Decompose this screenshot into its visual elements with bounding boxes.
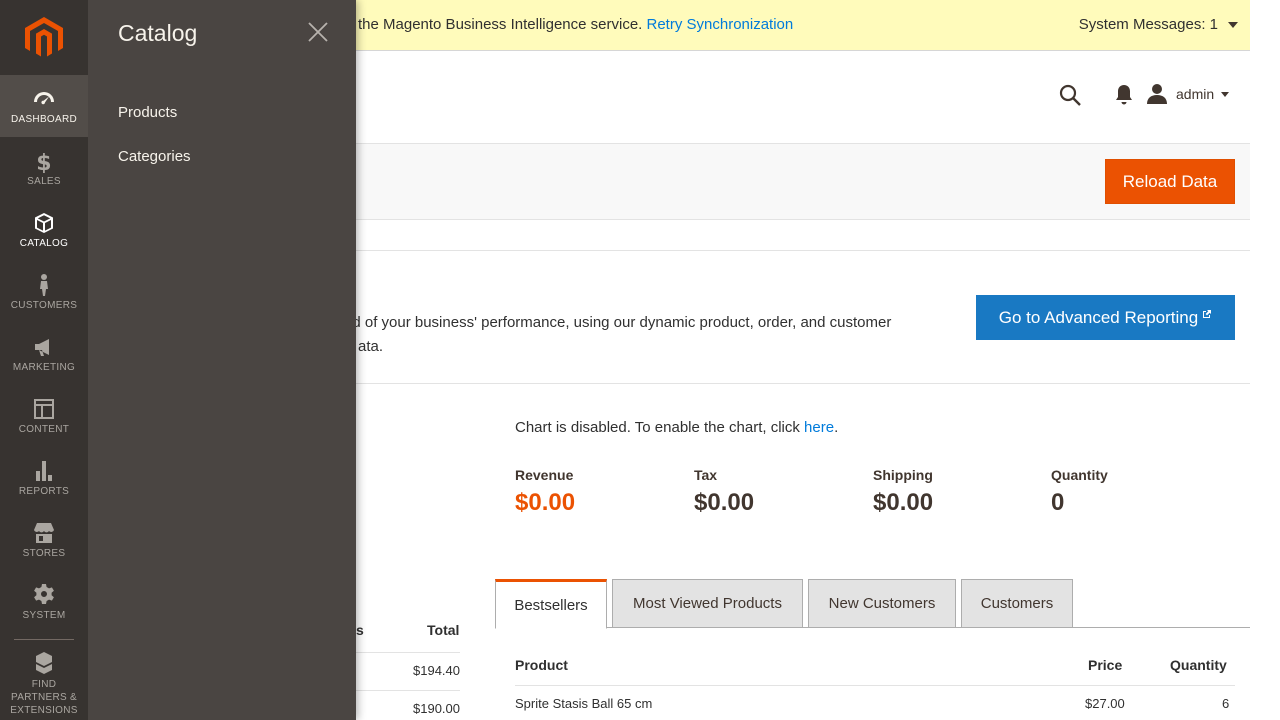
retry-sync-link[interactable]: Retry Synchronization [647,16,794,33]
system-message-text: the Magento Business Intelligence servic… [358,16,643,33]
menu-label: SALES [27,176,61,187]
grid-cell-product[interactable]: Sprite Stasis Ball 65 cm [515,696,652,711]
tab-new-customers[interactable]: New Customers [808,579,956,628]
menu-label: STORES [22,548,66,559]
table-header-total: Total [427,622,460,638]
advanced-reporting-text: nd of your business' performance, using … [300,311,940,359]
menu-item-partners[interactable]: FIND PARTNERS & EXTENSIONS [0,640,88,720]
menu-item-catalog[interactable]: CATALOG [0,199,88,261]
menu-item-dashboard[interactable]: DASHBOARD [0,75,88,137]
chart-note-text: Chart is disabled. To enable the chart, … [515,419,805,436]
grid-divider [515,685,1235,686]
total-tax: Tax $0.00 [694,467,754,517]
menu-label: DASHBOARD [10,114,78,125]
advanced-text-line: nd of your business' performance, using … [344,314,892,331]
advanced-reporting-button[interactable]: Go to Advanced Reporting [976,295,1235,340]
reload-data-button[interactable]: Reload Data [1105,159,1235,204]
dollar-icon: $ [36,151,52,173]
blocks-icon [36,652,52,674]
menu-item-system[interactable]: SYSTEM [0,571,88,633]
total-revenue: Revenue $0.00 [515,467,575,517]
chevron-down-icon [1221,91,1230,97]
grid-header-quantity: Quantity [1170,657,1227,673]
external-link-icon [1203,309,1212,318]
menu-item-sales[interactable]: $ SALES [0,137,88,199]
gear-icon [34,584,54,604]
grid-header-price: Price [1088,657,1123,673]
catalog-submenu: Catalog Products Categories [88,0,356,720]
layout-icon [34,399,54,419]
submenu-title: Catalog [118,20,198,46]
menu-label: SYSTEM [22,610,66,621]
advanced-reporting-label: Go to Advanced Reporting [998,307,1199,327]
menu-label: CATALOG [19,238,69,249]
search-icon[interactable] [1058,83,1082,107]
submenu-item-categories[interactable]: Categories [118,146,191,190]
table-divider [356,690,460,691]
box-icon [35,213,53,233]
magento-logo-icon [25,16,63,56]
system-message: the Magento Business Intelligence servic… [358,16,793,33]
menu-item-content[interactable]: CONTENT [0,385,88,447]
chart-note-period: . [834,419,839,436]
menu-item-stores[interactable]: STORES [0,509,88,571]
table-divider [356,652,460,653]
advanced-text-line: ata. [358,338,384,355]
system-messages-toggle[interactable]: System Messages: 1 [1079,16,1250,33]
enable-chart-link[interactable]: here [804,419,834,436]
total-value: $0.00 [694,489,755,516]
menu-item-reports[interactable]: REPORTS [0,447,88,509]
menu-label: CUSTOMERS [10,300,78,311]
total-label: Quantity [1051,467,1108,483]
menu-item-marketing[interactable]: MARKETING [0,323,88,385]
menu-label: EXTENSIONS [10,705,78,716]
menu-label: MARKETING [12,362,76,373]
total-value: $0.00 [873,489,934,516]
admin-menu: DASHBOARD $ SALES CATALOG CUSTOMERS MARK… [0,0,88,720]
total-label: Tax [694,467,718,483]
total-label: Shipping [873,467,933,483]
magento-logo[interactable] [0,0,88,75]
megaphone-icon [35,339,49,356]
dashboard-totals: Revenue $0.00 Tax $0.00 Shipping $0.00 Q… [515,467,1235,527]
user-menu[interactable]: admin [1146,83,1230,105]
close-icon[interactable] [306,20,330,44]
submenu-item-products[interactable]: Products [118,102,191,146]
svg-text:$: $ [36,151,52,173]
bar-chart-icon [36,461,52,481]
table-cell-total: $194.40 [413,663,460,678]
tab-most-viewed-products[interactable]: Most Viewed Products [612,579,803,628]
grid-cell-price: $27.00 [1085,696,1125,711]
grid-header-product: Product [515,657,568,673]
tab-bestsellers[interactable]: Bestsellers [495,579,607,629]
user-icon [1147,84,1167,104]
submenu-list: Products Categories [118,102,191,190]
tab-customers[interactable]: Customers [961,579,1073,628]
total-label: Revenue [515,467,574,483]
person-icon [40,274,48,296]
total-value: $0.00 [515,489,576,516]
table-header: s [356,622,364,638]
menu-label: FIND [31,679,57,690]
total-shipping: Shipping $0.00 [873,467,933,517]
table-cell-total: $190.00 [413,701,460,716]
menu-label: CONTENT [18,424,70,435]
menu-item-customers[interactable]: CUSTOMERS [0,261,88,323]
menu-label: PARTNERS & [11,692,77,703]
user-name: admin [1176,86,1215,102]
total-quantity: Quantity 0 [1051,467,1108,517]
dashboard-icon [34,92,54,105]
bell-icon[interactable] [1114,84,1134,106]
menu-label: REPORTS [18,486,70,497]
chart-disabled-note: Chart is disabled. To enable the chart, … [515,419,838,436]
grid-cell-quantity: 6 [1222,696,1230,711]
total-value: 0 [1051,489,1065,516]
chevron-down-icon[interactable] [1228,22,1238,28]
store-icon [34,523,54,543]
